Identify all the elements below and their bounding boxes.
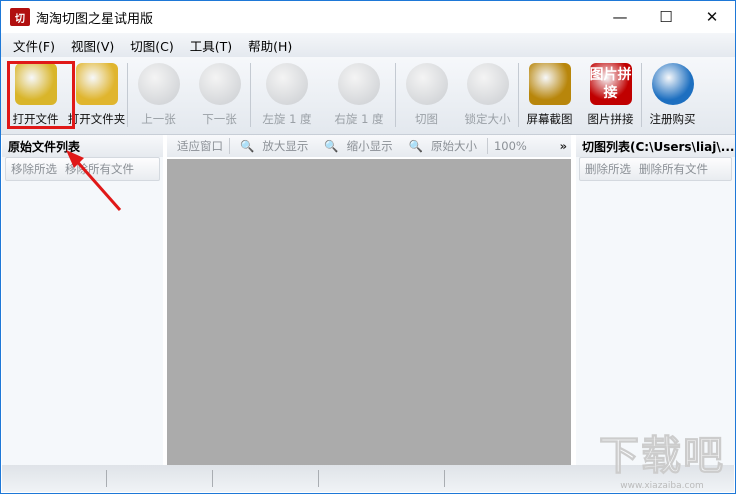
- image-stitch-icon: 图片拼接: [589, 63, 632, 105]
- zoom-in-icon: 🔍: [240, 139, 255, 153]
- view-toolbar: 适应窗口 🔍 放大显示 🔍 缩小显示 🔍 原始大小 100% »: [167, 135, 571, 157]
- watermark: 下载吧 www.xiazaiba.com: [599, 433, 725, 492]
- zoom-in-button[interactable]: 🔍 放大显示: [232, 138, 316, 154]
- toolbar-label: 上一张: [141, 112, 176, 126]
- screenshot-icon: [528, 63, 571, 105]
- toolbar-button-screenshot[interactable]: 屏幕截图: [519, 57, 580, 133]
- toolbar-button-next[interactable]: 下一张: [189, 57, 250, 133]
- open-folder-icon: [75, 63, 118, 105]
- toolbar-button-rotate-left[interactable]: 左旋 1 度: [251, 57, 323, 133]
- next-icon: [198, 63, 241, 105]
- rotate-right-icon: [338, 63, 380, 105]
- globe-icon: [651, 63, 694, 105]
- cut-list-title: 切图列表(C:\Users\liaj\...: [576, 135, 735, 157]
- toolbar-button-globe[interactable]: 注册购买: [642, 57, 703, 133]
- zoom-out-icon: 🔍: [324, 139, 339, 153]
- lock-icon: [466, 63, 509, 105]
- toolbar-label: 注册购买: [649, 112, 696, 126]
- toolbar-label: 切图: [415, 112, 438, 126]
- original-size-icon: 🔍: [408, 139, 423, 153]
- menu-cut[interactable]: 切图(C): [122, 36, 181, 55]
- toolbar-label: 右旋 1 度: [334, 112, 384, 126]
- delete-all-button[interactable]: 删除所有文件: [639, 161, 708, 177]
- source-file-list-title: 原始文件列表: [2, 135, 163, 157]
- fit-window-button[interactable]: 适应窗口: [173, 138, 227, 154]
- toolbar-label: 打开文件夹: [67, 112, 126, 126]
- minimize-button[interactable]: —: [597, 2, 643, 32]
- more-button[interactable]: »: [556, 139, 571, 153]
- zoom-level: 100%: [493, 139, 527, 153]
- preview-panel: 适应窗口 🔍 放大显示 🔍 缩小显示 🔍 原始大小 100% »: [167, 135, 571, 465]
- toolbar-button-rotate-right[interactable]: 右旋 1 度: [323, 57, 395, 133]
- toolbar-button-scissors[interactable]: 切图: [396, 57, 457, 133]
- toolbar-label: 锁定大小: [464, 112, 511, 126]
- toolbar-label: 下一张: [202, 112, 237, 126]
- toolbar-button-lock[interactable]: 锁定大小: [457, 57, 518, 133]
- app-logo-icon: 切: [10, 8, 30, 26]
- toolbar: 打开文件 打开文件夹 上一张 下一张 左旋 1 度右旋 1 度切图 锁定大小 屏幕截图 图片拼…: [1, 57, 735, 135]
- original-size-button[interactable]: 🔍 原始大小: [401, 138, 485, 154]
- scissors-icon: [405, 63, 448, 105]
- highlight-box: [7, 61, 75, 129]
- cut-list-panel: 切图列表(C:\Users\liaj\... 删除所选 删除所有文件: [576, 135, 735, 465]
- toolbar-button-open-folder[interactable]: 打开文件夹: [66, 57, 127, 133]
- toolbar-button-previous[interactable]: 上一张: [128, 57, 189, 133]
- close-button[interactable]: ✕: [689, 2, 735, 32]
- maximize-button[interactable]: ☐: [643, 2, 689, 32]
- app-window: 切 淘淘切图之星试用版 — ☐ ✕ 文件(F) 视图(V) 切图(C) 工具(T…: [0, 0, 736, 494]
- image-canvas[interactable]: [167, 159, 571, 465]
- delete-selected-button[interactable]: 删除所选: [585, 161, 631, 177]
- menu-tools[interactable]: 工具(T): [182, 36, 240, 55]
- menu-file[interactable]: 文件(F): [5, 36, 63, 55]
- menu-view[interactable]: 视图(V): [63, 36, 122, 55]
- zoom-out-button[interactable]: 🔍 缩小显示: [316, 138, 400, 154]
- menu-bar: 文件(F) 视图(V) 切图(C) 工具(T) 帮助(H): [1, 33, 735, 57]
- toolbar-label: 屏幕截图: [526, 112, 573, 126]
- remove-all-button[interactable]: 移除所有文件: [65, 161, 134, 177]
- toolbar-label: 图片拼接: [587, 112, 634, 126]
- remove-selected-button[interactable]: 移除所选: [11, 161, 57, 177]
- rotate-left-icon: [266, 63, 308, 105]
- menu-help[interactable]: 帮助(H): [240, 36, 300, 55]
- previous-icon: [137, 63, 180, 105]
- window-title: 淘淘切图之星试用版: [36, 11, 154, 27]
- toolbar-label: 左旋 1 度: [262, 112, 312, 126]
- source-file-panel: 原始文件列表 移除所选 移除所有文件: [2, 135, 163, 465]
- title-bar: 切 淘淘切图之星试用版 — ☐ ✕: [1, 1, 735, 33]
- toolbar-button-image-stitch[interactable]: 图片拼接 图片拼接: [580, 57, 641, 133]
